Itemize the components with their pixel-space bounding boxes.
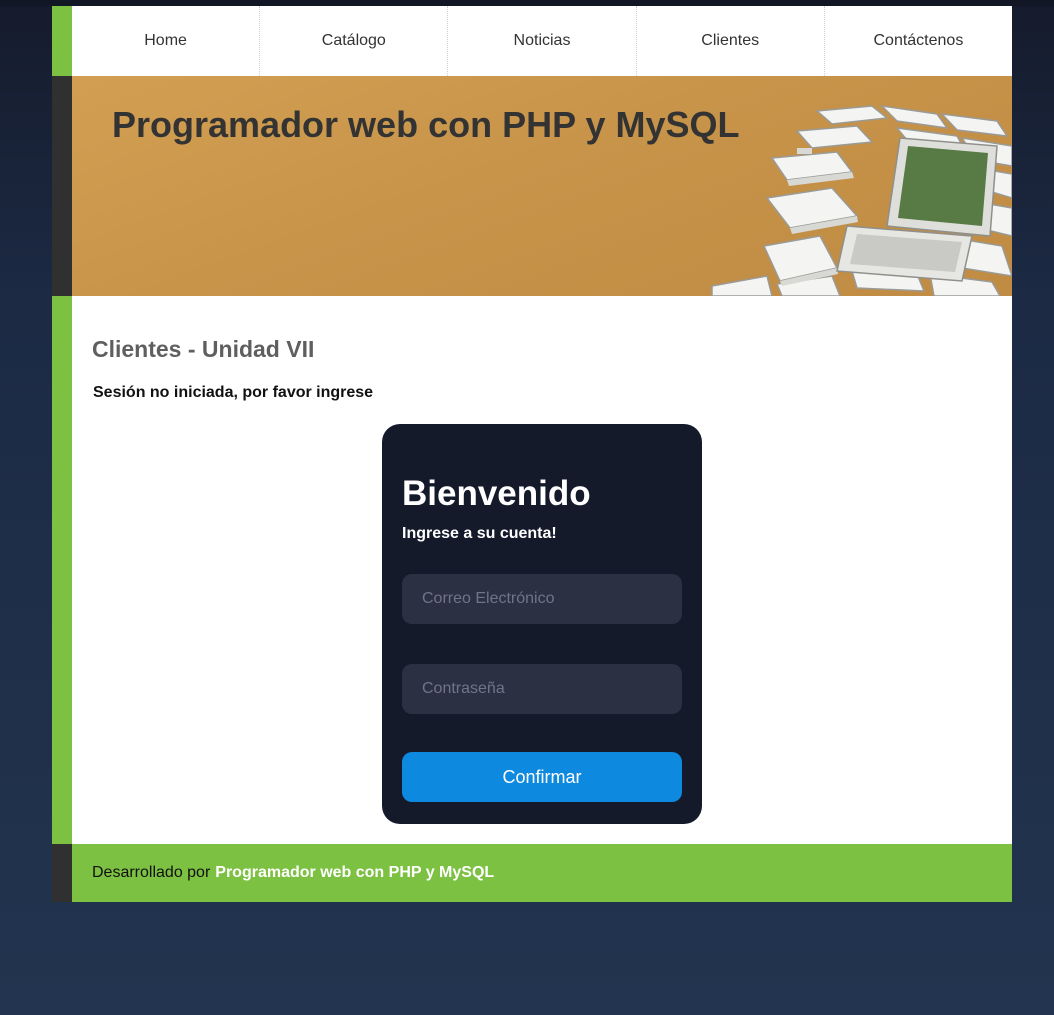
site-footer: Desarrollado por Programador web con PHP…: [72, 844, 1012, 902]
login-form: Bienvenido Ingrese a su cuenta! Confirma…: [382, 424, 702, 824]
login-subtitle: Ingrese a su cuenta!: [402, 525, 557, 542]
nav-item-noticias[interactable]: Noticias: [448, 6, 637, 76]
password-field[interactable]: [402, 664, 682, 714]
page-title: Clientes - Unidad VII: [92, 336, 315, 362]
session-status-message: Sesión no iniciada, por favor ingrese: [93, 384, 374, 401]
footer-credit-link[interactable]: Programador web con PHP y MySQL: [215, 864, 494, 882]
footer-credit-text: Desarrollado por: [92, 864, 211, 881]
accent-bar: [52, 6, 72, 76]
nav-item-clientes[interactable]: Clientes: [637, 6, 825, 76]
login-title: Bienvenido: [402, 474, 591, 513]
accent-bar: [52, 296, 72, 844]
accent-bar: [52, 844, 72, 902]
header-banner: Programador web con PHP y MySQL: [72, 76, 1012, 296]
nav-item-home[interactable]: Home: [72, 6, 261, 76]
main-content: Clientes - Unidad VII Sesión no iniciada…: [72, 296, 1012, 844]
accent-bar: [52, 76, 72, 296]
email-field[interactable]: [402, 574, 682, 624]
main-nav: Home Catálogo Noticias Clientes Contácte…: [72, 6, 1012, 76]
nav-item-contactenos[interactable]: Contáctenos: [825, 6, 1012, 76]
site-title: Programador web con PHP y MySQL: [112, 104, 740, 145]
page-wrapper: Home Catálogo Noticias Clientes Contácte…: [52, 6, 1012, 902]
nav-item-catalogo[interactable]: Catálogo: [260, 6, 449, 76]
confirm-button[interactable]: Confirmar: [402, 752, 682, 802]
